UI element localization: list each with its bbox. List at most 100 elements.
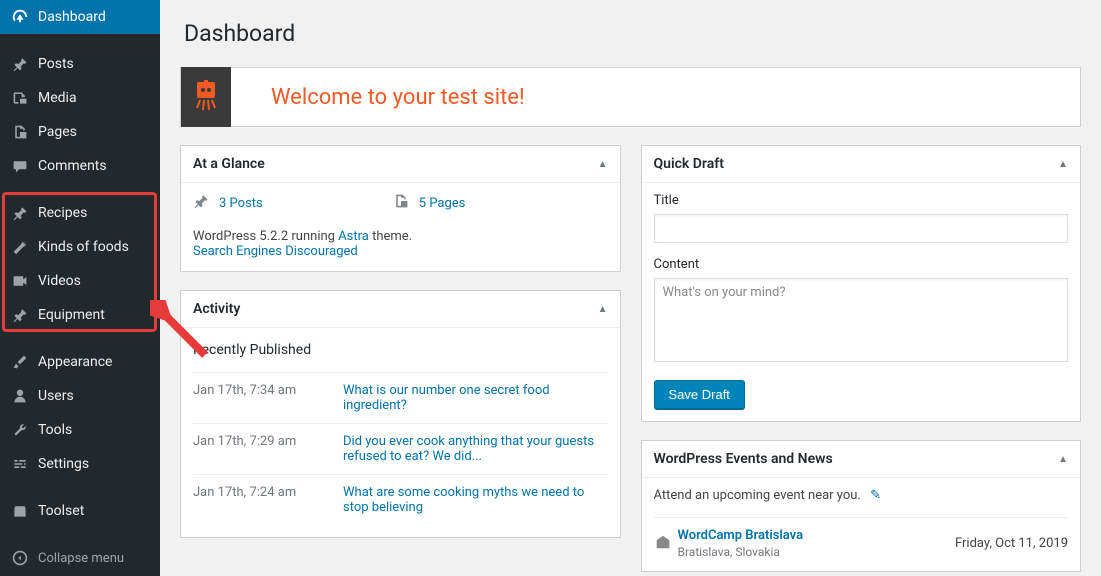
sidebar-item-pages[interactable]: Pages [0, 115, 160, 149]
sliders-icon [10, 456, 30, 472]
chevron-up-icon[interactable]: ▲ [598, 304, 608, 315]
sidebar-item-label: Pages [38, 124, 77, 140]
sidebar-item-recipes[interactable]: Recipes [0, 196, 160, 230]
sidebar-item-users[interactable]: Users [0, 379, 160, 413]
video-icon [10, 273, 30, 289]
sidebar-item-label: Media [38, 90, 77, 106]
draft-content-textarea[interactable] [654, 278, 1069, 362]
sidebar-item-settings[interactable]: Settings [0, 447, 160, 481]
chevron-up-icon[interactable]: ▲ [1058, 454, 1068, 465]
glance-pages-link[interactable]: 5 Pages [419, 196, 466, 211]
theme-link[interactable]: Astra [338, 229, 369, 244]
sidebar-collapse-label: Collapse menu [38, 551, 124, 566]
sidebar-item-dashboard[interactable]: Dashboard [0, 0, 160, 34]
save-draft-button[interactable]: Save Draft [654, 380, 745, 409]
sidebar-separator [0, 38, 160, 43]
carrot-icon [10, 239, 30, 255]
welcome-text: Welcome to your test site! [271, 85, 525, 110]
sidebar-item-label: Equipment [38, 307, 105, 323]
page-body: Dashboard Welcome to your test site! At … [160, 0, 1101, 576]
wordcamp-icon [654, 533, 678, 555]
widget-title: At a Glance [193, 156, 265, 172]
event-location: Bratislava, Slovakia [678, 545, 956, 559]
sidebar-item-label: Toolset [38, 503, 84, 519]
page-icon [393, 193, 409, 213]
page-title: Dashboard [184, 20, 1081, 47]
activity-subtitle: Recently Published [193, 342, 608, 358]
sidebar-item-label: Recipes [38, 205, 87, 221]
chevron-up-icon[interactable]: ▲ [1058, 159, 1068, 170]
sidebar-item-kinds-of-foods[interactable]: Kinds of foods [0, 230, 160, 264]
sidebar-item-toolset[interactable]: Toolset [0, 494, 160, 528]
sidebar-item-label: Tools [38, 422, 72, 438]
text: theme. [369, 229, 412, 244]
pin-icon [10, 56, 30, 72]
activity-date: Jan 17th, 7:24 am [193, 485, 343, 515]
event-item: WordCamp Bratislava Bratislava, Slovakia… [654, 517, 1069, 559]
draft-title-label: Title [654, 193, 1069, 208]
activity-post-link[interactable]: What are some cooking myths we need to s… [343, 485, 608, 515]
collapse-icon [10, 550, 30, 566]
sidebar-item-tools[interactable]: Tools [0, 413, 160, 447]
activity-item: Jan 17th, 7:34 am What is our number one… [193, 372, 608, 423]
pin-icon [10, 307, 30, 323]
sidebar-item-label: Videos [38, 273, 81, 289]
sidebar-collapse[interactable]: Collapse menu [0, 541, 160, 575]
activity-date: Jan 17th, 7:29 am [193, 434, 343, 464]
user-icon [10, 388, 30, 404]
events-attend-text: Attend an upcoming event near you. ✎ [654, 488, 1069, 507]
media-icon [10, 90, 30, 106]
widget-header[interactable]: WordPress Events and News ▲ [642, 441, 1081, 478]
draft-content-label: Content [654, 257, 1069, 272]
welcome-avatar-icon [181, 67, 231, 127]
activity-item: Jan 17th, 7:24 am What are some cooking … [193, 474, 608, 525]
widget-quick-draft: Quick Draft ▲ Title Content Save Draft [641, 145, 1082, 422]
sidebar-item-label: Posts [38, 56, 74, 72]
sidebar-item-label: Settings [38, 456, 89, 472]
brush-icon [10, 354, 30, 370]
widget-at-a-glance: At a Glance ▲ 3 Posts [180, 145, 621, 272]
sidebar-item-comments[interactable]: Comments [0, 149, 160, 183]
glance-wp-version: WordPress 5.2.2 running Astra theme. [193, 229, 608, 244]
sidebar-item-label: Dashboard [38, 9, 106, 25]
glance-pages[interactable]: 5 Pages [393, 193, 466, 213]
widget-header[interactable]: Quick Draft ▲ [642, 146, 1081, 183]
text: WordPress 5.2.2 running [193, 229, 338, 244]
sidebar-item-media[interactable]: Media [0, 81, 160, 115]
edit-location-icon[interactable]: ✎ [870, 488, 881, 503]
widget-title: WordPress Events and News [654, 451, 833, 467]
activity-date: Jan 17th, 7:34 am [193, 383, 343, 413]
sidebar-item-videos[interactable]: Videos [0, 264, 160, 298]
event-title-link[interactable]: WordCamp Bratislava [678, 528, 956, 543]
sidebar-separator [0, 532, 160, 537]
sidebar-item-equipment[interactable]: Equipment [0, 298, 160, 332]
glance-posts[interactable]: 3 Posts [193, 193, 263, 213]
sidebar-item-appearance[interactable]: Appearance [0, 345, 160, 379]
search-engines-link[interactable]: Search Engines Discouraged [193, 244, 358, 259]
sidebar-item-label: Users [38, 388, 74, 404]
widget-title: Quick Draft [654, 156, 724, 172]
toolset-icon [10, 503, 30, 519]
draft-title-input[interactable] [654, 214, 1069, 243]
chevron-up-icon[interactable]: ▲ [598, 159, 608, 170]
sidebar-item-label: Kinds of foods [38, 239, 129, 255]
glance-posts-link[interactable]: 3 Posts [219, 196, 263, 211]
sidebar-item-posts[interactable]: Posts [0, 47, 160, 81]
text: Attend an upcoming event near you. [654, 488, 861, 503]
comment-icon [10, 158, 30, 174]
page-icon [10, 124, 30, 140]
activity-post-link[interactable]: Did you ever cook anything that your gue… [343, 434, 608, 464]
widget-events-news: WordPress Events and News ▲ Attend an up… [641, 440, 1082, 572]
sidebar-separator [0, 485, 160, 490]
pin-icon [193, 193, 209, 213]
widget-header[interactable]: Activity ▲ [181, 291, 620, 328]
widget-activity: Activity ▲ Recently Published Jan 17th, … [180, 290, 621, 538]
activity-post-link[interactable]: What is our number one secret food ingre… [343, 383, 608, 413]
event-date: Friday, Oct 11, 2019 [955, 536, 1068, 551]
wrench-icon [10, 422, 30, 438]
widget-title: Activity [193, 301, 240, 317]
widget-header[interactable]: At a Glance ▲ [181, 146, 620, 183]
pin-icon [10, 205, 30, 221]
sidebar-item-label: Comments [38, 158, 107, 174]
admin-sidebar: Dashboard Posts Media Pages Comments Rec… [0, 0, 160, 576]
